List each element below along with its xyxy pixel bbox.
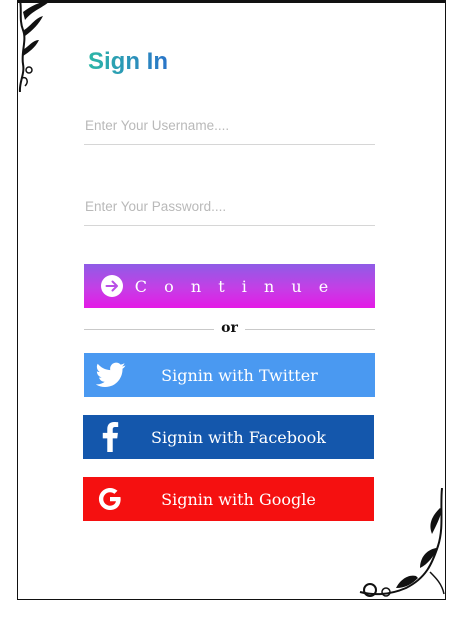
or-divider: or: [84, 320, 375, 338]
continue-button[interactable]: C o n t i n u e: [84, 264, 375, 308]
twitter-signin-label: Signin with Twitter: [161, 365, 318, 385]
page-title: Sign In: [88, 48, 168, 75]
password-field[interactable]: [84, 191, 377, 226]
google-signin-button[interactable]: Signin with Google: [83, 477, 374, 521]
username-field[interactable]: [84, 110, 377, 145]
facebook-f-icon: [95, 422, 125, 452]
facebook-signin-label: Signin with Facebook: [151, 427, 326, 447]
password-input[interactable]: [84, 199, 377, 214]
facebook-signin-button[interactable]: Signin with Facebook: [83, 415, 374, 459]
or-label: or: [221, 320, 238, 336]
google-g-icon: [95, 485, 125, 513]
floral-ornament-top-left-icon: [18, 0, 51, 92]
continue-label: C o n t i n u e: [134, 276, 335, 296]
google-signin-label: Signin with Google: [161, 489, 316, 509]
arrow-right-circle-icon: [100, 274, 124, 298]
username-input[interactable]: [84, 118, 377, 133]
twitter-bird-icon: [96, 361, 126, 389]
twitter-signin-button[interactable]: Signin with Twitter: [84, 353, 375, 397]
divider-line-right: [245, 329, 375, 330]
